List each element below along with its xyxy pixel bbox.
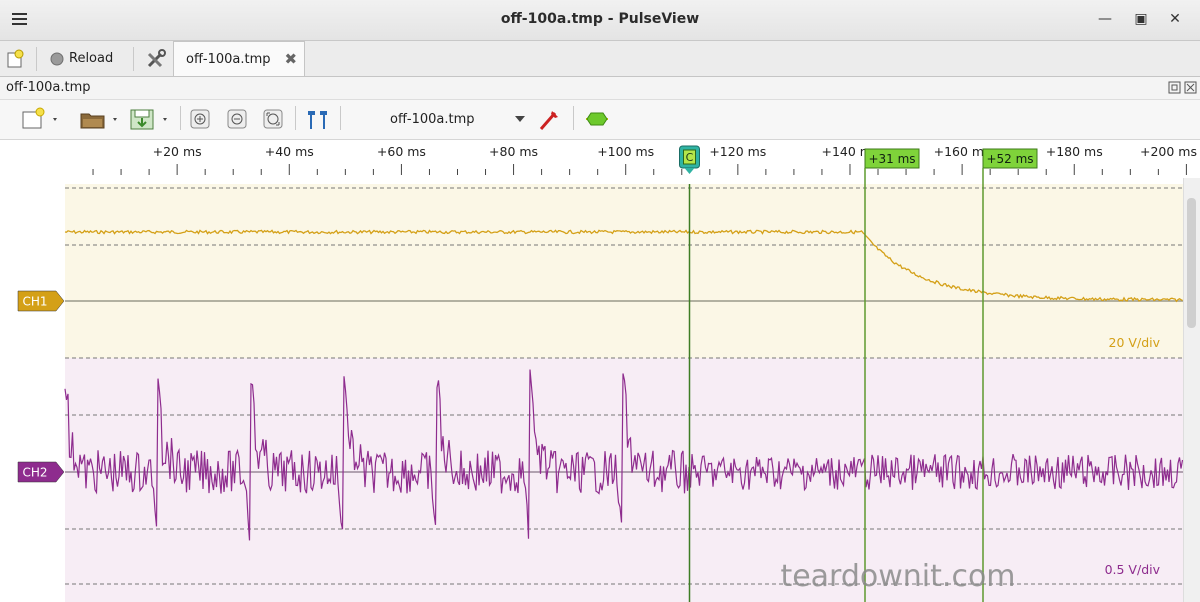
cursor-toggle-button[interactable] [304, 107, 332, 131]
ch2-scale-label: 0.5 V/div [1105, 562, 1161, 577]
tools-icon [147, 48, 166, 67]
ruler-tick-label: +100 ms [597, 144, 654, 159]
new-view-button[interactable] [20, 107, 60, 131]
dock-close-icon[interactable] [1184, 81, 1197, 94]
close-icon[interactable]: ✕ [1167, 11, 1183, 27]
decoder-icon [586, 112, 608, 126]
zoom-out-button[interactable] [226, 107, 248, 131]
ruler-tick-label: +40 ms [265, 144, 314, 159]
new-session-button[interactable] [5, 45, 25, 72]
cursor-pointer [684, 168, 695, 174]
ruler-tick-label: +200 ms [1140, 144, 1197, 159]
device-combo[interactable]: off-100a.tmp [380, 108, 530, 130]
save-icon [130, 109, 167, 130]
tab-close-icon[interactable]: ✖ [285, 50, 298, 68]
zoom-in-icon [190, 109, 210, 129]
ruler-tick-label: +80 ms [489, 144, 538, 159]
zoom-out-icon [227, 109, 247, 129]
document-header: off-100a.tmp [0, 77, 1200, 100]
document-name: off-100a.tmp [6, 80, 91, 95]
decoder-button[interactable] [584, 107, 610, 131]
float-icon[interactable] [1168, 81, 1181, 94]
tab-bar: Reload off-100a.tmp ✖ [0, 41, 1200, 77]
zoom-fit-button[interactable] [262, 107, 284, 131]
ch1-name: CH1 [22, 295, 47, 309]
cursor-label: C [686, 151, 694, 164]
minimize-icon[interactable]: — [1097, 11, 1113, 27]
device-combo-label: off-100a.tmp [390, 111, 475, 127]
folder-icon [80, 113, 117, 129]
zoom-fit-icon [263, 109, 283, 129]
scrollbar-thumb[interactable] [1187, 198, 1196, 328]
open-button[interactable] [78, 107, 124, 131]
reload-label: Reload [69, 51, 114, 66]
main-toolbar: off-100a.tmp [0, 100, 1200, 140]
reload-button[interactable]: Reload [50, 45, 113, 72]
ruler-tick-label: +20 ms [153, 144, 202, 159]
maximize-icon[interactable]: ▣ [1133, 11, 1149, 27]
ruler-tick-label: +160 ms [934, 144, 991, 159]
probe-button[interactable] [537, 107, 563, 131]
tab-label: off-100a.tmp [186, 51, 271, 67]
zoom-in-button[interactable] [189, 107, 211, 131]
ruler-tick-label: +60 ms [377, 144, 426, 159]
title-bar: off-100a.tmp - PulseView — ▣ ✕ [0, 0, 1200, 41]
ch1-background [65, 184, 1183, 358]
ch1-scale-label: 20 V/div [1109, 335, 1161, 350]
ruler-tick-label: +120 ms [709, 144, 766, 159]
save-button[interactable] [128, 107, 174, 131]
vertical-scrollbar[interactable] [1183, 178, 1200, 602]
trace-view[interactable]: 20 V/div 0.5 V/div CH1 CH2 teardownit.com [0, 184, 1200, 602]
cursor-icon [308, 111, 327, 129]
chevron-down-icon [515, 116, 525, 122]
new-session-icon [7, 49, 24, 67]
new-view-icon [22, 107, 57, 129]
time-ruler[interactable]: +20 ms +40 ms +60 ms +80 ms +100 ms +120 ms +1… [0, 140, 1200, 184]
window-title: off-100a.tmp - PulseView [500, 11, 700, 27]
tab-session[interactable]: off-100a.tmp ✖ [173, 41, 305, 76]
reload-icon [50, 52, 64, 65]
ch2-name: CH2 [22, 466, 47, 480]
settings-button[interactable] [145, 45, 167, 72]
ruler-tick-label: +180 ms [1046, 144, 1103, 159]
watermark-text: teardownit.com [780, 559, 1015, 594]
marker2-label: +52 ms [986, 152, 1033, 166]
probe-icon [539, 111, 558, 130]
marker1-label: +31 ms [868, 152, 915, 166]
